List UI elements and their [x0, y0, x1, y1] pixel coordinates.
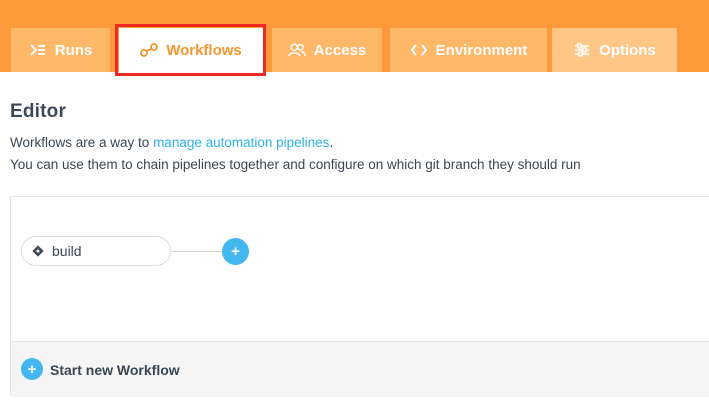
workflow-footer: + Start new Workflow	[11, 341, 709, 397]
access-icon	[287, 41, 306, 59]
tab-options-label: Options	[599, 41, 656, 59]
runs-icon	[29, 41, 47, 59]
start-workflow-button[interactable]: +	[21, 358, 43, 380]
tab-runs-label: Runs	[54, 41, 93, 59]
page-title: Editor	[10, 101, 67, 122]
manage-pipelines-link[interactable]: manage automation pipelines	[153, 135, 329, 150]
tab-environment[interactable]: Environment	[390, 28, 547, 72]
tab-access-label: Access	[313, 41, 367, 59]
plus-icon: +	[27, 360, 37, 378]
tab-environment-label: Environment	[435, 41, 528, 59]
tab-workflows-label: Workflows	[166, 41, 242, 59]
add-pipeline-button[interactable]: +	[222, 238, 249, 265]
description-line-1: Workflows are a way to manage automation…	[10, 135, 333, 150]
git-icon	[32, 245, 44, 257]
top-navigation-bar: Runs Workflows Access Environment Option…	[0, 0, 709, 72]
pipeline-node-label: build	[52, 243, 82, 259]
description-suffix: .	[329, 135, 334, 150]
description-prefix: Workflows are a way to	[10, 135, 154, 150]
plus-icon: +	[231, 243, 240, 260]
tab-access[interactable]: Access	[272, 28, 382, 72]
workflows-icon	[140, 41, 159, 59]
tab-workflows[interactable]: Workflows	[119, 28, 263, 72]
description-line-2: You can use them to chain pipelines toge…	[10, 157, 581, 172]
tab-runs[interactable]: Runs	[11, 28, 110, 72]
code-icon	[410, 41, 428, 59]
start-new-workflow-link[interactable]: Start new Workflow	[50, 362, 180, 378]
tab-options[interactable]: Options	[552, 28, 677, 72]
pipeline-connector-line	[171, 251, 223, 252]
workflow-editor-panel: build + + Start new Workflow	[10, 196, 709, 397]
options-icon	[573, 41, 591, 59]
pipeline-node-build[interactable]: build	[21, 236, 171, 266]
workflow-canvas: build +	[11, 197, 709, 341]
